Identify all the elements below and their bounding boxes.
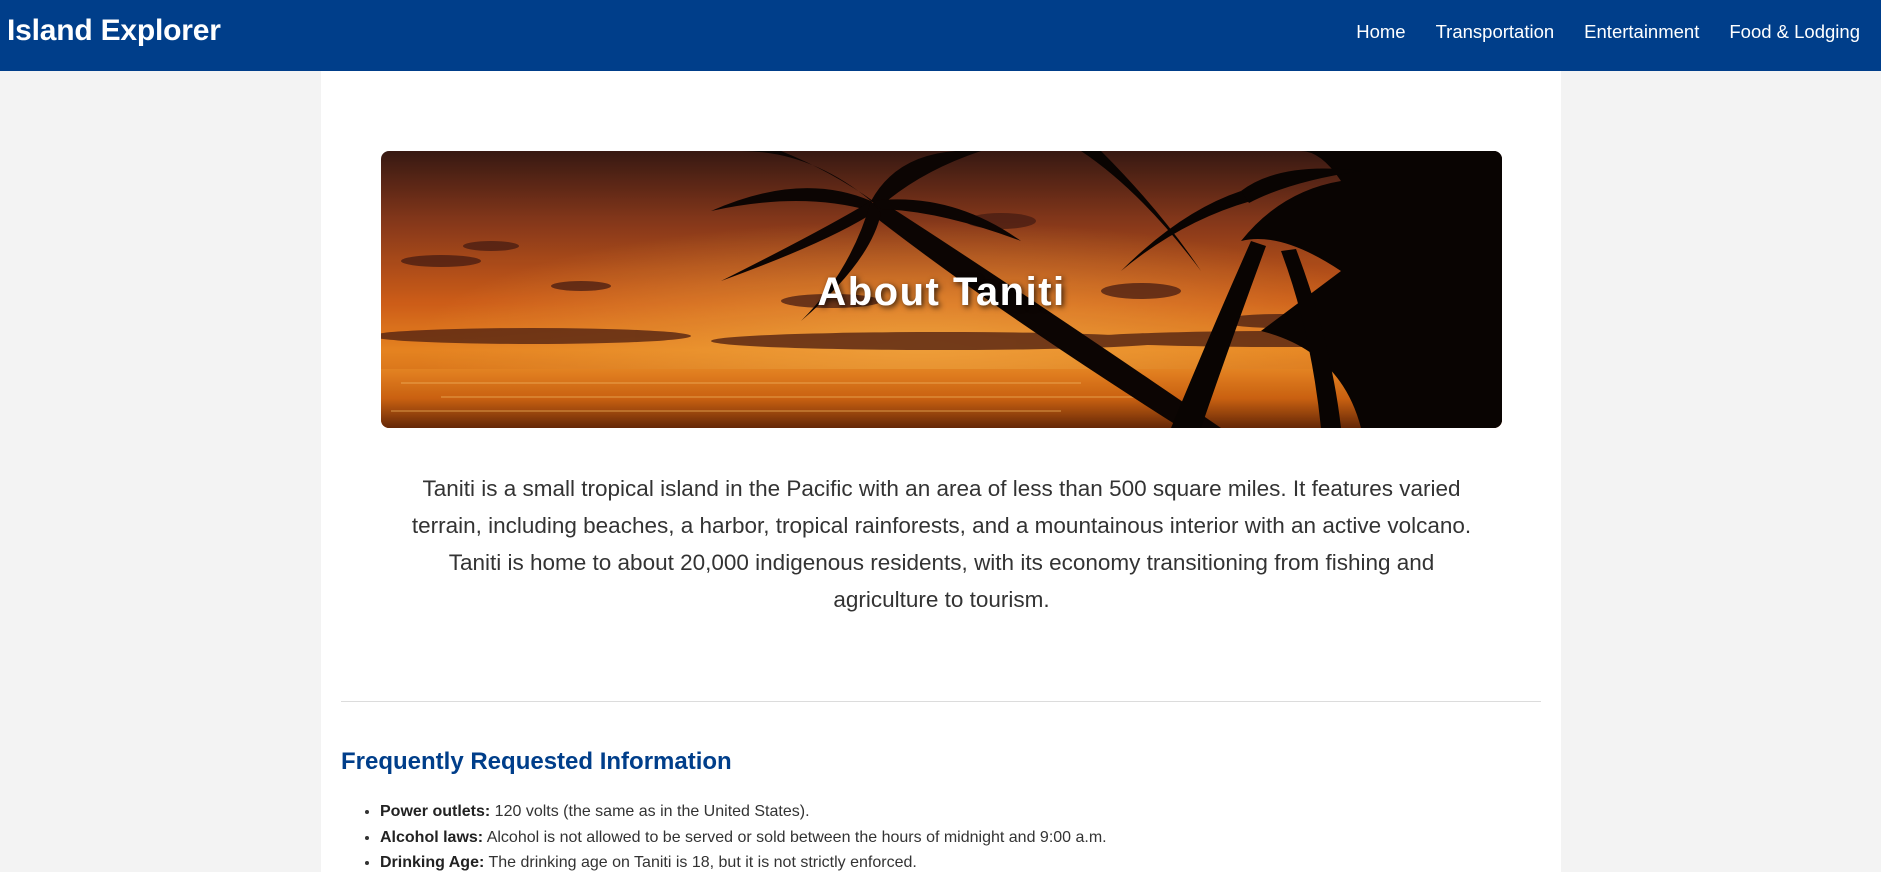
hero-banner: About Taniti: [381, 151, 1502, 428]
nav-transportation-link[interactable]: Transportation: [1436, 21, 1555, 43]
nav-home-link[interactable]: Home: [1356, 21, 1405, 43]
section-divider: [341, 701, 1541, 702]
faq-title: Frequently Requested Information: [341, 748, 732, 775]
faq-item-label: Drinking Age:: [380, 854, 485, 871]
top-navbar: Island Explorer Home Transportation Ente…: [0, 0, 1881, 71]
faq-item-text: 120 volts (the same as in the United Sta…: [490, 803, 810, 820]
faq-item-label: Alcohol laws:: [380, 828, 484, 846]
faq-item-text: The drinking age on Taniti is 18, but it…: [484, 854, 917, 871]
faq-item-text: Alcohol is not allowed to be served or s…: [483, 828, 1107, 846]
faq-item-alcohol: Alcohol laws: Alcohol is not allowed to …: [380, 825, 1520, 851]
main-nav: Home Transportation Entertainment Food &…: [1356, 21, 1860, 43]
nav-food-lodging-link[interactable]: Food & Lodging: [1729, 21, 1860, 43]
faq-item-label: Power outlets:: [380, 803, 491, 820]
hero-title: About Taniti: [817, 270, 1066, 314]
faq-item-drinking-age: Drinking Age: The drinking age on Taniti…: [380, 850, 1520, 872]
intro-paragraph: Taniti is a small tropical island in the…: [411, 476, 1472, 612]
faq-list: Power outlets: 120 volts (the same as in…: [380, 799, 1520, 872]
faq-item-power: Power outlets: 120 volts (the same as in…: [380, 799, 1520, 825]
main-content: About Taniti Taniti is a small tropical …: [321, 71, 1561, 872]
nav-entertainment-link[interactable]: Entertainment: [1584, 21, 1699, 43]
site-brand[interactable]: Island Explorer: [7, 14, 221, 48]
